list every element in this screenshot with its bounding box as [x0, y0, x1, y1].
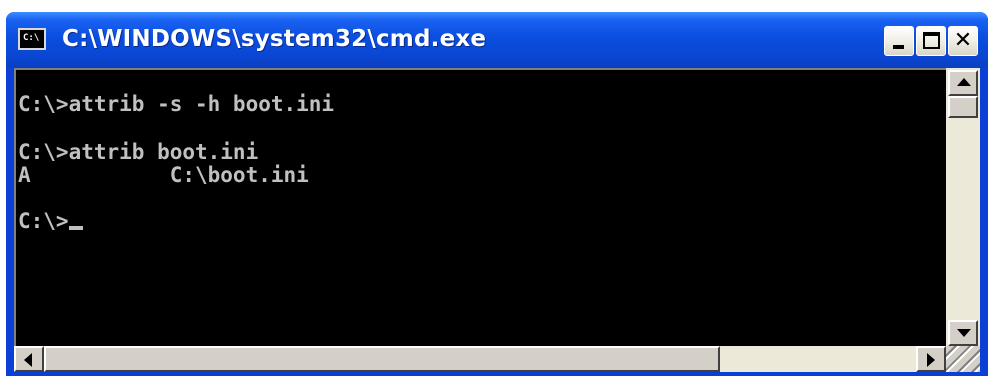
text-cursor: [68, 226, 83, 230]
minimize-button[interactable]: [884, 26, 914, 56]
scroll-down-arrow-icon: [957, 329, 971, 337]
scroll-up-button[interactable]: [948, 70, 978, 96]
console-line: C:\>attrib -s -h boot.ini: [18, 92, 335, 116]
console-line: C:\>attrib boot.ini: [18, 140, 259, 164]
close-icon: ✕: [953, 28, 973, 53]
minimize-icon: [893, 45, 904, 49]
horizontal-scroll-thumb[interactable]: [44, 346, 720, 372]
vertical-scrollbar[interactable]: [946, 68, 980, 346]
console-line: A C:\boot.ini: [18, 163, 309, 187]
vertical-scroll-thumb[interactable]: [948, 96, 978, 118]
window-title: C:\WINDOWS\system32\cmd.exe: [62, 26, 487, 52]
close-button[interactable]: ✕: [948, 26, 978, 56]
scroll-left-arrow-icon: [24, 353, 32, 367]
scroll-left-button[interactable]: [14, 346, 44, 372]
title-bar[interactable]: C:\ C:\WINDOWS\system32\cmd.exe ✕: [6, 12, 988, 68]
console-output[interactable]: C:\>attrib -s -h boot.ini C:\>attrib boo…: [14, 68, 946, 346]
scroll-up-arrow-icon: [957, 78, 971, 86]
scroll-right-arrow-icon: [927, 353, 935, 367]
window-client-area: C:\>attrib -s -h boot.ini C:\>attrib boo…: [14, 68, 980, 372]
horizontal-scrollbar[interactable]: [14, 346, 946, 372]
cmd-icon-label: C:\: [23, 33, 40, 43]
maximize-button[interactable]: [916, 26, 946, 56]
console-window: C:\ C:\WINDOWS\system32\cmd.exe ✕ C:\>at…: [6, 12, 988, 376]
scroll-down-button[interactable]: [948, 320, 978, 346]
console-prompt: C:\>: [18, 209, 69, 233]
scroll-right-button[interactable]: [916, 346, 946, 372]
resize-grip-icon[interactable]: [946, 346, 980, 372]
cmd-icon[interactable]: C:\: [18, 28, 46, 50]
maximize-icon: [923, 32, 940, 49]
console-prompt-line: C:\>: [18, 209, 83, 233]
